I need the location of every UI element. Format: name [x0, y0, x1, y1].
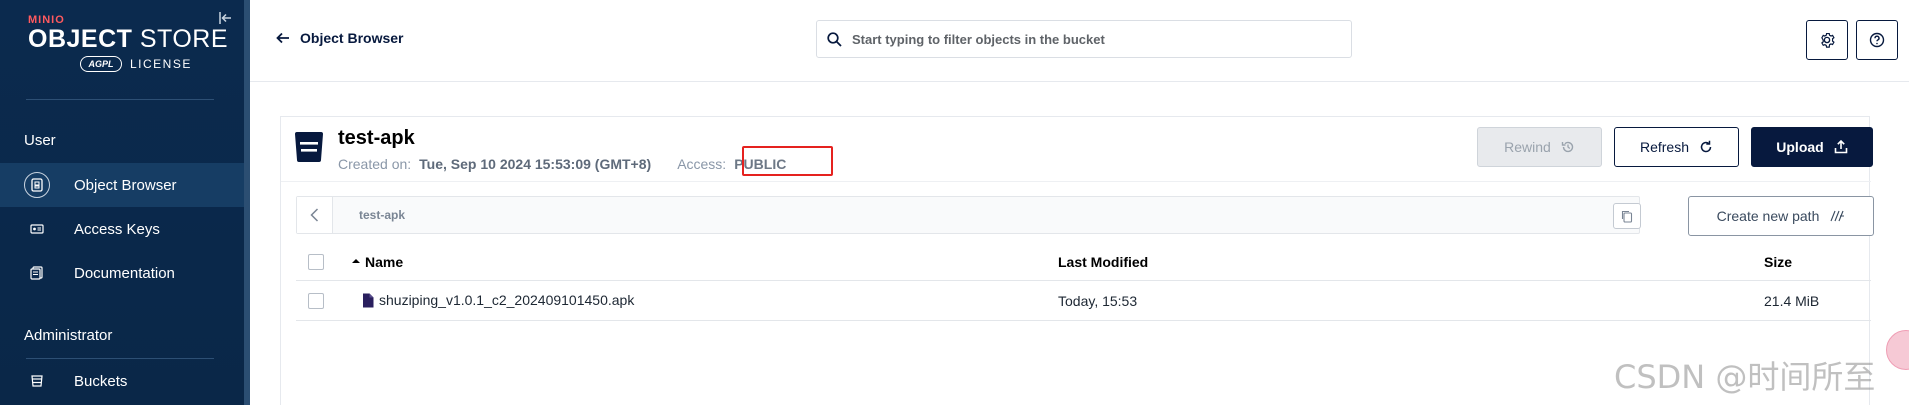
- back-to-object-browser[interactable]: Object Browser: [276, 30, 403, 46]
- object-browser-icon: [24, 172, 50, 198]
- upload-button[interactable]: Upload: [1751, 127, 1873, 167]
- sidebar-item-label: Buckets: [74, 372, 128, 390]
- column-header-size[interactable]: Size: [1764, 254, 1792, 270]
- gear-icon: [1821, 32, 1835, 48]
- brand-logo: MINIO OBJECT STORE: [28, 14, 228, 52]
- breadcrumb: test-apk: [296, 196, 1641, 234]
- search-input[interactable]: [852, 31, 1332, 47]
- copy-path-button[interactable]: [1613, 203, 1641, 229]
- sidebar: MINIO OBJECT STORE AGPL LICENSE User Obj…: [0, 0, 250, 405]
- search-box: [816, 20, 1352, 58]
- bucket-title: test-apk: [338, 127, 415, 149]
- created-label: Created on:: [338, 156, 412, 172]
- brand-product: OBJECT STORE: [28, 25, 229, 53]
- floating-assistant-icon[interactable]: [1886, 330, 1909, 370]
- objects-table: Name Last Modified Size shuziping_v1.0.1…: [296, 243, 1871, 321]
- sidebar-item-buckets[interactable]: Buckets: [0, 359, 244, 403]
- refresh-button[interactable]: Refresh: [1614, 127, 1739, 167]
- refresh-icon: [1700, 140, 1712, 153]
- arrow-left-icon: [276, 32, 289, 44]
- chevron-left-icon: [310, 208, 319, 222]
- sidebar-item-access-keys[interactable]: Access Keys: [0, 207, 244, 251]
- file-icon: [363, 293, 374, 307]
- sidebar-item-documentation[interactable]: Documentation: [0, 251, 244, 295]
- table-row[interactable]: shuziping_v1.0.1_c2_202409101450.apk Tod…: [296, 281, 1871, 321]
- breadcrumb-path[interactable]: test-apk: [359, 208, 405, 222]
- sidebar-item-label: Access Keys: [74, 220, 160, 238]
- bucket-icon: [294, 131, 324, 168]
- create-path-label: Create new path: [1716, 208, 1820, 224]
- row-checkbox[interactable]: [308, 293, 324, 309]
- select-all-checkbox[interactable]: [308, 254, 324, 270]
- section-title-administrator: Administrator: [24, 327, 113, 344]
- watermark: CSDN @时间所至: [1614, 358, 1876, 396]
- access-keys-icon: [24, 216, 50, 242]
- bucket-meta: Created on: Tue, Sep 10 2024 15:53:09 (G…: [338, 156, 786, 172]
- upload-icon: [1834, 140, 1848, 154]
- rewind-button[interactable]: Rewind: [1477, 127, 1602, 167]
- column-header-last-modified[interactable]: Last Modified: [1058, 254, 1148, 270]
- settings-button[interactable]: [1806, 20, 1848, 60]
- section-title-user: User: [24, 132, 56, 149]
- sidebar-item-object-browser[interactable]: Object Browser: [0, 163, 244, 207]
- upload-label: Upload: [1776, 139, 1824, 155]
- search-icon: [827, 31, 842, 47]
- sidebar-item-label: Documentation: [74, 264, 175, 282]
- help-icon: [1869, 32, 1885, 48]
- copy-icon: [1621, 210, 1633, 223]
- license-label: LICENSE: [130, 57, 192, 71]
- history-icon: [1561, 141, 1574, 153]
- table-header: Name Last Modified Size: [296, 243, 1871, 281]
- object-name-cell[interactable]: shuziping_v1.0.1_c2_202409101450.apk: [362, 292, 634, 308]
- sidebar-item-label: Object Browser: [74, 176, 177, 194]
- access-label: Access:: [677, 156, 727, 172]
- create-new-path-button[interactable]: Create new path: [1688, 196, 1874, 236]
- sort-ascending-icon: [352, 259, 360, 263]
- agpl-badge: AGPL: [80, 56, 122, 72]
- buckets-icon: [24, 368, 50, 394]
- brand-license: AGPL LICENSE: [80, 56, 192, 72]
- back-link-label: Object Browser: [300, 30, 404, 46]
- access-value[interactable]: PUBLIC: [734, 156, 786, 172]
- rewind-label: Rewind: [1504, 139, 1551, 155]
- header: Object Browser: [250, 0, 1909, 82]
- collapse-sidebar-icon[interactable]: [218, 10, 234, 26]
- column-header-name[interactable]: Name: [351, 254, 403, 270]
- help-button[interactable]: [1856, 20, 1898, 60]
- documentation-icon: [24, 260, 50, 286]
- path-back-button[interactable]: [297, 197, 333, 233]
- divider: [281, 181, 1871, 182]
- minio-console: MINIO OBJECT STORE AGPL LICENSE User Obj…: [0, 0, 1909, 405]
- new-path-icon: [1830, 210, 1845, 222]
- created-value: Tue, Sep 10 2024 15:53:09 (GMT+8): [419, 156, 652, 172]
- object-size-cell: 21.4 MiB: [1764, 293, 1820, 309]
- object-modified-cell: Today, 15:53: [1058, 293, 1138, 309]
- sidebar-divider: [26, 99, 214, 100]
- refresh-label: Refresh: [1639, 139, 1690, 155]
